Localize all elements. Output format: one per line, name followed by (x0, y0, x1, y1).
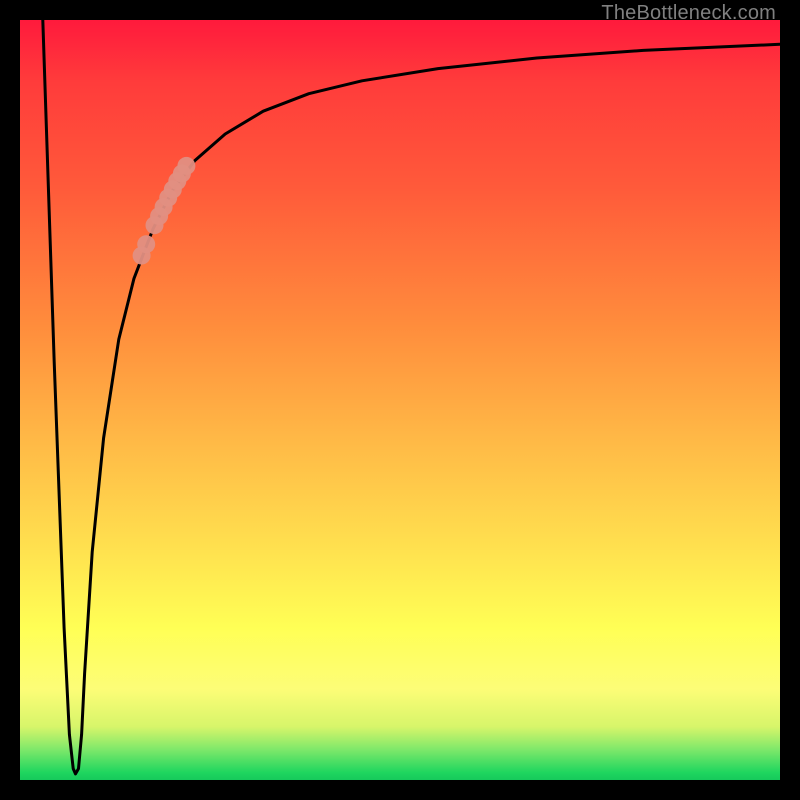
bottleneck-curve (43, 20, 780, 774)
plot-area (20, 20, 780, 780)
curve-layer (20, 20, 780, 780)
watermark-text: TheBottleneck.com (601, 2, 776, 25)
chart-frame: TheBottleneck.com (0, 0, 800, 800)
highlight-markers (133, 157, 196, 265)
highlight-dot (137, 235, 155, 253)
highlight-dot (177, 157, 195, 175)
